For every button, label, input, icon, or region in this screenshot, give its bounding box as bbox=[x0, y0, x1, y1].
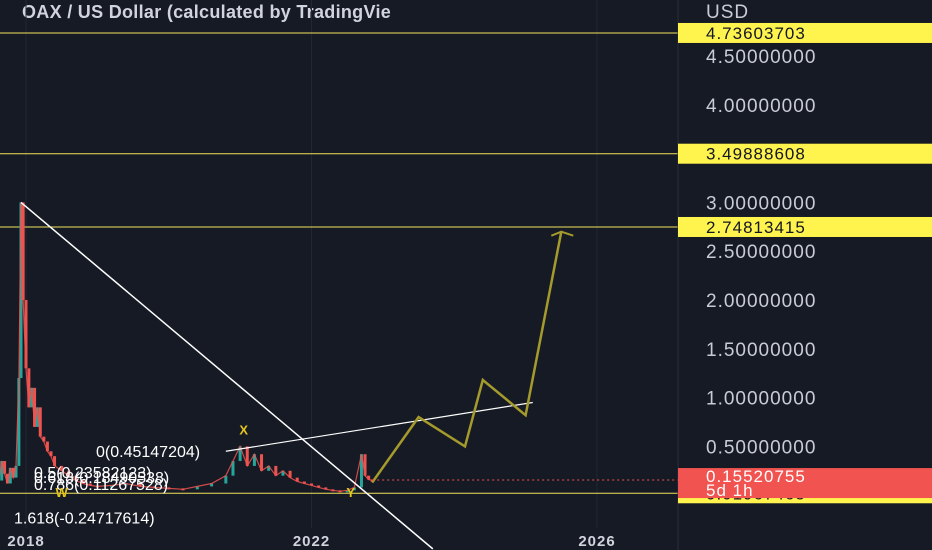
y-tick-label: 1.00000000 bbox=[706, 389, 816, 410]
x-tick-label: 2018 bbox=[7, 533, 44, 550]
x-tick-label: 2022 bbox=[293, 533, 330, 550]
y-tick-label: 1.50000000 bbox=[706, 340, 816, 361]
y-tick-label: 2.00000000 bbox=[706, 291, 816, 312]
y-tick-label: 2.50000000 bbox=[706, 242, 816, 263]
trendline-ascending[interactable] bbox=[225, 401, 533, 452]
wave-label-X: X bbox=[239, 423, 248, 438]
countdown-label: 5d 1h bbox=[706, 481, 754, 500]
y-tick-label: 0.50000000 bbox=[706, 437, 816, 458]
projection-arrowhead bbox=[550, 230, 574, 237]
level-tag-label: 4.73603703 bbox=[706, 24, 806, 43]
x-tick-label: 2026 bbox=[578, 533, 615, 550]
drawing-layer[interactable]: 0(0.45147204)0.5(0.23582123)0.618(0.1849… bbox=[14, 201, 678, 550]
y-tick-label: 3.00000000 bbox=[706, 193, 816, 214]
level-tag-label: 2.74813415 bbox=[706, 218, 806, 237]
wave-label-Y: Y bbox=[346, 485, 355, 500]
price-chart[interactable]: 0(0.45147204)0.5(0.23582123)0.618(0.1849… bbox=[0, 0, 932, 550]
wave-label-W: W bbox=[56, 485, 69, 500]
fib-level-label: 0.786(0.11267528) bbox=[34, 477, 168, 494]
fib-level-label: 0(0.45147204) bbox=[96, 444, 200, 461]
projection-path[interactable] bbox=[371, 231, 563, 484]
currency-label: USD bbox=[706, 2, 749, 23]
level-tag-label: 3.49888608 bbox=[706, 145, 806, 164]
fib-level-label: 1.618(-0.24717614) bbox=[14, 510, 155, 527]
y-tick-label: 4.50000000 bbox=[706, 47, 816, 68]
horizontal-levels[interactable] bbox=[0, 32, 678, 494]
trendline-descending[interactable] bbox=[20, 201, 434, 550]
y-tick-label: 4.00000000 bbox=[706, 96, 816, 117]
